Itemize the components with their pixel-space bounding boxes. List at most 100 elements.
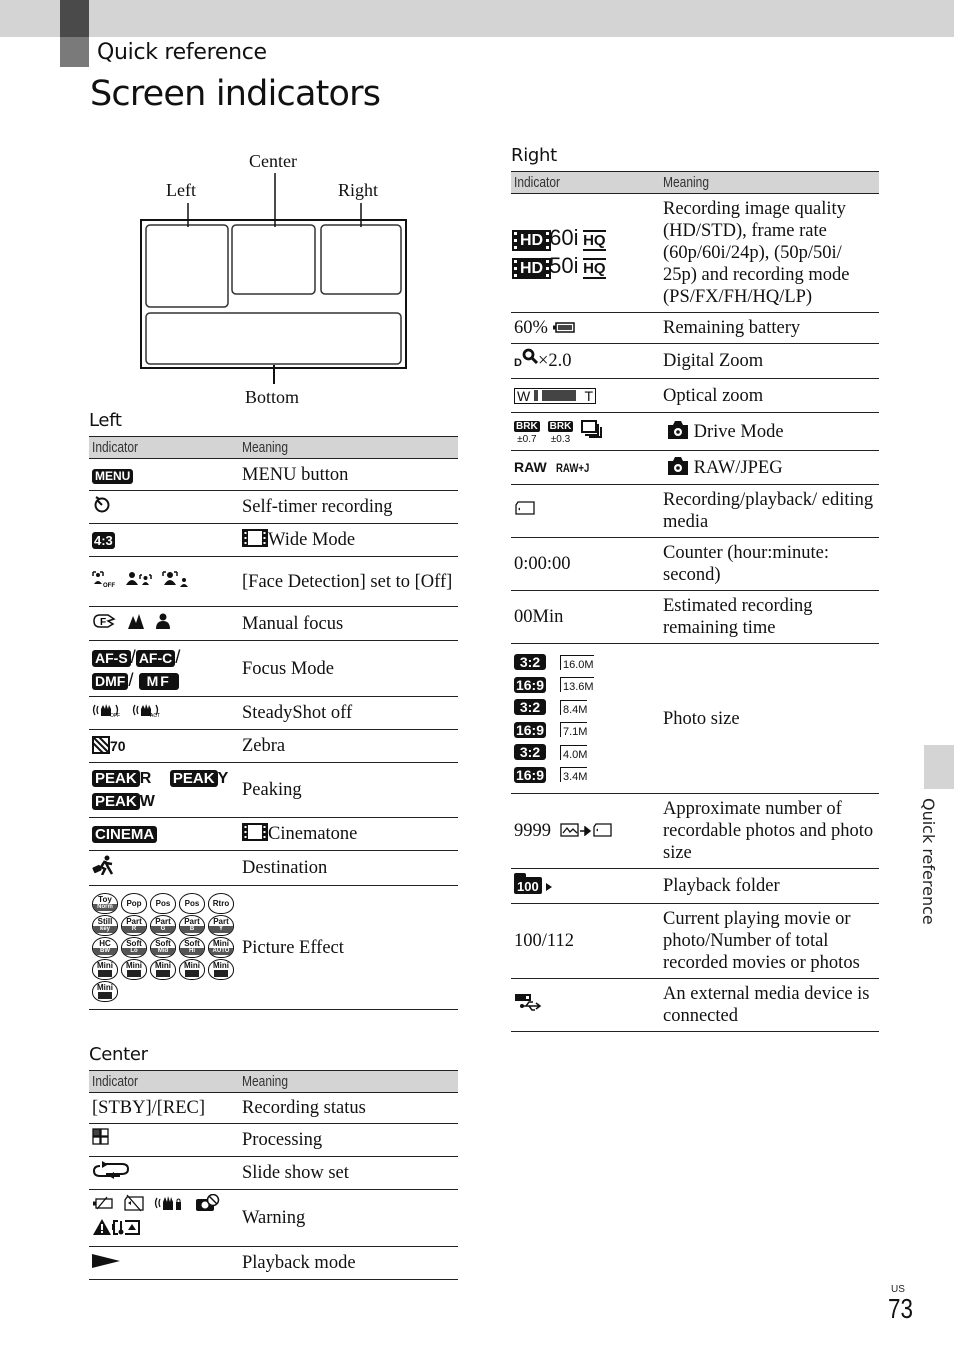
- picture-effect-icon: Mini: [208, 959, 234, 980]
- center-area: [231, 224, 316, 295]
- play-small-icon: [546, 876, 553, 896]
- optical-zoom-bar-icon: W T: [514, 387, 596, 404]
- page-title: Screen indicators: [90, 74, 381, 114]
- face-detection-off-icon: OFF: [92, 570, 116, 594]
- miniature-area-mark: [126, 970, 142, 977]
- picture-effect-label: Soft: [184, 939, 200, 948]
- diagram-label-left: Left: [166, 180, 196, 200]
- meaning: Remaining battery: [660, 312, 879, 344]
- table-row: Warning: [89, 1189, 458, 1247]
- playback-position-text: 100/112: [511, 903, 660, 979]
- bottom-area: [145, 312, 402, 365]
- svg-text:ACT: ACT: [150, 713, 160, 718]
- picture-effect-sublabel: key: [93, 926, 117, 933]
- meaning: Peaking: [239, 762, 458, 818]
- center-indicators-table: Indicator Meaning [STBY]/[REC] Recording…: [89, 1070, 458, 1280]
- photo-size-item: 3:2 8.4M: [514, 696, 657, 719]
- photo-size-item: 16:9 3.4M: [514, 764, 657, 787]
- col-indicator: Indicator: [89, 1070, 239, 1093]
- photo-icon: [560, 821, 580, 841]
- meaning: SteadyShot off: [239, 696, 458, 730]
- peaking-yellow-badge: PEAK: [169, 770, 218, 787]
- remaining-time-text: 00Min: [511, 590, 660, 644]
- arrow-right-icon: [580, 821, 592, 841]
- picture-effect-sublabel: Y: [209, 926, 233, 933]
- svg-text:OFF: OFF: [110, 713, 120, 718]
- mountain-icon: [128, 613, 144, 635]
- miniature-area-mark: [184, 970, 200, 977]
- table-row: PEAK R PEAK Y PEAK W Peaking: [89, 762, 458, 818]
- photo-size-item: 3:2 16.0M: [514, 651, 657, 674]
- picture-effect-label: Part: [155, 917, 171, 926]
- memory-card-icon: [592, 821, 612, 841]
- bracket-0-3-icon: BRK ±0.3: [547, 420, 574, 445]
- image-size-icon: 8.4M: [560, 699, 588, 715]
- battery-icon: [552, 318, 575, 338]
- meaning: Digital Zoom: [660, 343, 879, 379]
- picture-effect-label: Part: [184, 917, 200, 926]
- table-row: MENU MENU button: [89, 458, 458, 491]
- menu-icon: MENU: [92, 468, 134, 484]
- hd-badge: HD: [511, 230, 552, 251]
- frame-rate-50i: 50i: [549, 253, 579, 278]
- picture-effect-label: HC: [99, 939, 111, 948]
- table-row: 100 Playback folder: [511, 868, 879, 904]
- left-indicators-section: Left Indicator Meaning MENU MENU button …: [89, 410, 458, 1010]
- meaning: Playback folder: [660, 868, 879, 904]
- col-meaning: Meaning: [239, 1070, 458, 1093]
- table-row: Playback mode: [89, 1246, 458, 1280]
- picture-effect-icon: Part G: [150, 915, 176, 936]
- steadyshot-active-icon: ACT: [132, 702, 166, 724]
- table-row: Toy Norm Pop Pos Pos Rtro Still key Part R Part G Pa…: [89, 885, 458, 1010]
- picture-effect-label: Mini: [155, 961, 171, 970]
- hq-mode: HQ: [583, 258, 606, 279]
- recording-status-text: [STBY]/[REC]: [89, 1092, 239, 1124]
- aspect-ratio-badge: 16:9: [514, 676, 546, 693]
- miniature-area-mark: [97, 992, 113, 999]
- meaning: Destination: [239, 850, 458, 886]
- photo-size-item: 16:9 13.6M: [514, 674, 657, 697]
- picture-effect-icon: Toy Norm: [92, 893, 118, 914]
- peaking-red-badge: PEAK: [92, 770, 140, 787]
- right-caption: Right: [511, 145, 557, 166]
- picture-effect-label: Mini: [213, 961, 229, 970]
- picture-effect-icon: Still key: [92, 915, 118, 936]
- meaning: Processing: [239, 1123, 458, 1157]
- meaning: Approximate number of recordable photos …: [660, 793, 879, 869]
- table-row: CINEMA Cinematone: [89, 817, 458, 851]
- meaning: Recording/playback/ editing media: [660, 484, 879, 538]
- picture-effect-icons: Toy Norm Pop Pos Pos Rtro Still key Part R Part G Pa…: [92, 893, 236, 1002]
- table-row: 100/112 Current playing movie or photo/N…: [511, 903, 879, 979]
- picture-effect-sublabel: Hi: [180, 948, 204, 955]
- photo-size-item: 3:2 4.0M: [514, 741, 657, 764]
- person-icon: [156, 613, 170, 635]
- left-indicators-table: Indicator Meaning MENU MENU button Self-…: [89, 436, 458, 1010]
- aspect-4-3-icon: 4:3: [92, 532, 115, 549]
- right-area: [320, 224, 402, 295]
- movie-film-icon: [242, 823, 268, 844]
- table-row: RAW RAW+J RAW/JPEG: [511, 450, 879, 485]
- side-tab: [924, 745, 954, 789]
- header-accent-mid: [60, 37, 89, 67]
- raw-label: RAW: [514, 459, 547, 475]
- picture-effect-sublabel: B: [180, 926, 204, 933]
- peaking-white-badge: PEAK: [92, 793, 140, 810]
- diagram-label-center: Center: [249, 151, 297, 171]
- image-size-icon: 7.1M: [560, 722, 588, 738]
- table-row: 70 Zebra: [89, 729, 458, 763]
- picture-effect-sublabel: Mid: [151, 948, 175, 955]
- header-accent-dark: [60, 0, 89, 37]
- table-row: 60% Remaining battery: [511, 312, 879, 344]
- zebra-level: 70: [110, 738, 126, 754]
- hq-mode: HQ: [583, 230, 606, 251]
- aspect-ratio-badge: 3:2: [514, 699, 546, 716]
- picture-effect-label: Part: [213, 917, 229, 926]
- picture-effect-label: Mini: [97, 983, 113, 992]
- picture-effect-icon: Pos: [179, 893, 205, 914]
- table-row: 9999 Approximate number of recordable ph…: [511, 793, 879, 869]
- meaning: RAW/JPEG: [693, 458, 783, 478]
- meaning: Focus Mode: [239, 640, 458, 697]
- left-caption: Left: [89, 410, 122, 431]
- table-row: 3:2 16.0M 16:9 13.6M 3:2 8.4M 16:9 7.1M 3:2 4.0M 1…: [511, 643, 879, 794]
- self-timer-icon: [92, 496, 112, 518]
